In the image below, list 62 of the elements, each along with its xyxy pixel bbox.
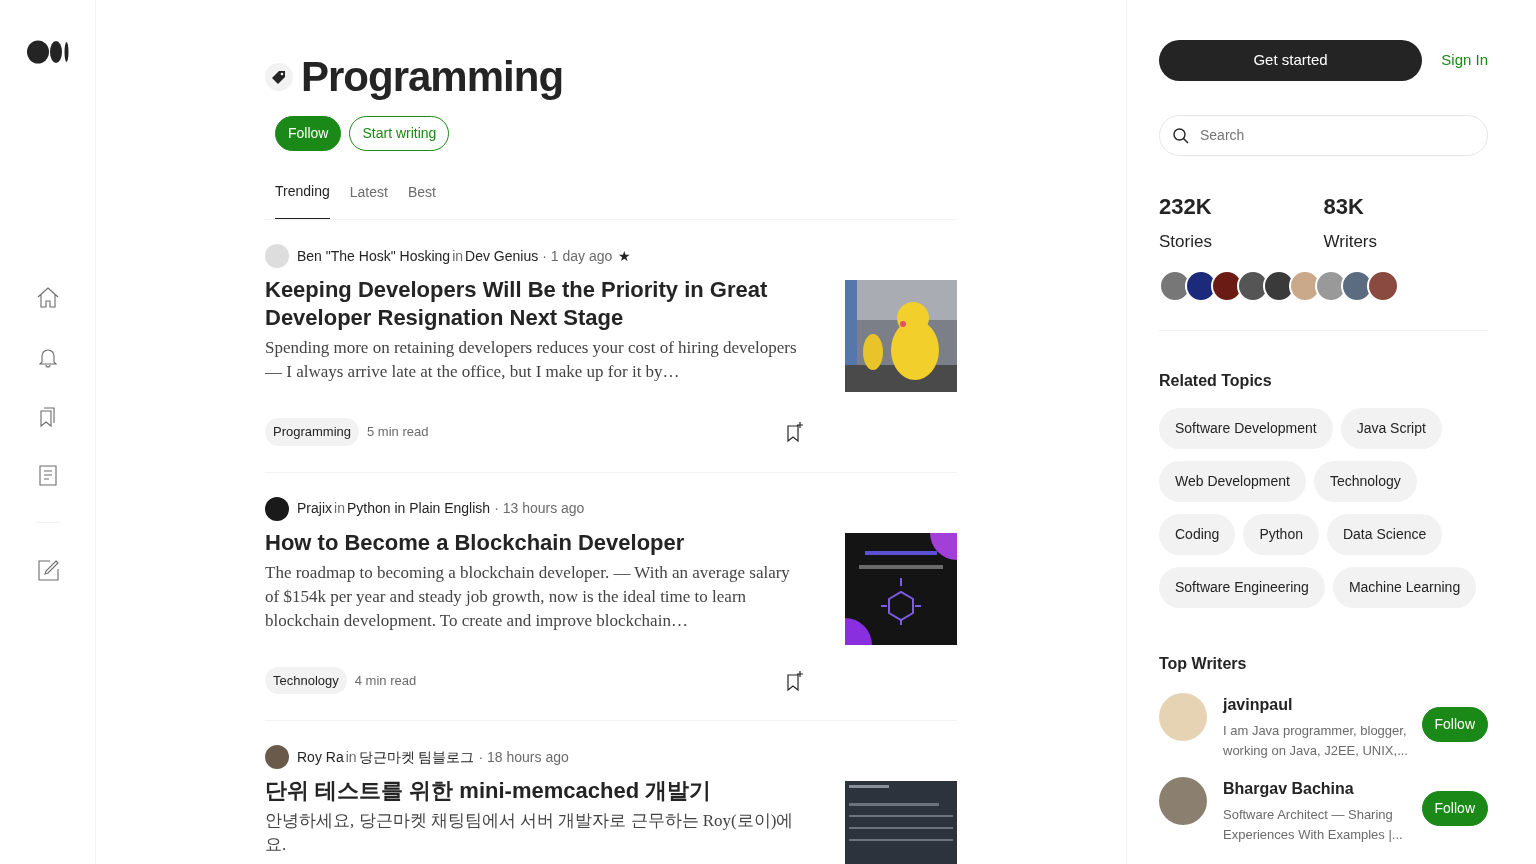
article-title[interactable]: Keeping Developers Will Be the Priority in Great Developer Resignation Next Stage bbox=[265, 276, 805, 333]
article-subtitle: The roadmap to becoming a blockchain developer. — With an average salary of $154k per year and steady job growth, now is the ideal time to learn blockchain development. To create and improve blockchain… bbox=[265, 561, 791, 632]
author-name[interactable]: Prajix bbox=[297, 498, 332, 520]
writer-name[interactable]: javinpaul bbox=[1223, 693, 1413, 718]
tab[interactable]: Best bbox=[407, 181, 436, 220]
tab[interactable]: Latest bbox=[349, 181, 388, 220]
publication-name[interactable]: Dev Genius bbox=[465, 245, 539, 267]
publication-name[interactable]: Python in Plain English bbox=[346, 498, 491, 520]
topic-chip[interactable]: Web Development bbox=[1159, 461, 1306, 503]
writer-name[interactable]: Bhargav Bachina bbox=[1223, 777, 1413, 802]
bookmark-add-icon[interactable] bbox=[785, 421, 805, 444]
writer-bio: Software Architect — Sharing Experiences With Examples |... bbox=[1223, 806, 1404, 845]
article-title[interactable]: 단위 테스트를 위한 mini-memcached 개발기 bbox=[265, 777, 805, 806]
follow-button[interactable]: Follow bbox=[275, 116, 342, 152]
topic-chip[interactable]: Python bbox=[1243, 514, 1319, 556]
author-avatar[interactable] bbox=[265, 496, 289, 521]
article-title[interactable]: How to Become a Blockchain Developer bbox=[265, 528, 805, 557]
section-heading: Top Writers bbox=[1159, 654, 1248, 674]
timestamp: · 1 day ago bbox=[542, 246, 613, 266]
article-subtitle: 안녕하세요, 당근마켓 채팅팀에서 서버 개발자로 근무하는 Roy(로이)에요. bbox=[265, 810, 795, 857]
stat-value: 83K bbox=[1323, 192, 1365, 221]
get-started-button[interactable]: Get started bbox=[1159, 40, 1422, 81]
logo-icon[interactable] bbox=[26, 40, 69, 64]
meta-text: in bbox=[334, 499, 345, 519]
section-heading: Related Topics bbox=[1159, 371, 1273, 391]
topic-chip[interactable]: Programming bbox=[265, 418, 360, 446]
sign-in-link[interactable]: Sign In bbox=[1441, 49, 1488, 72]
follow-button[interactable]: Follow bbox=[1421, 707, 1488, 743]
search-icon bbox=[1172, 126, 1190, 145]
topic-chip[interactable]: Technology bbox=[265, 666, 347, 695]
read-time: 5 min read bbox=[367, 423, 429, 442]
author-name[interactable]: Ben "The Hosk" Hosking bbox=[297, 245, 451, 267]
stat-value: 232K bbox=[1159, 192, 1213, 221]
stat-label: Writers bbox=[1323, 230, 1378, 253]
bookmark-add-icon[interactable] bbox=[785, 669, 805, 692]
timestamp: · 13 hours ago bbox=[494, 499, 585, 519]
author-avatar[interactable] bbox=[265, 745, 289, 770]
article-subtitle: Spending more on retaining developers reduces your cost of hiring developers — I always arrive late at the office, but I make up for it by… bbox=[265, 337, 798, 384]
topic-chip[interactable]: Technology bbox=[1313, 461, 1417, 503]
topic-chip[interactable]: Software Engineering bbox=[1159, 567, 1325, 609]
meta-text: in bbox=[345, 747, 357, 767]
member-label: ★ bbox=[618, 246, 632, 266]
publication-name[interactable]: 당근마켓 팀블로그 bbox=[358, 746, 475, 768]
topic-chip[interactable]: Coding bbox=[1159, 514, 1236, 556]
home-icon[interactable] bbox=[35, 286, 60, 310]
tag-icon bbox=[265, 63, 293, 92]
write-icon[interactable] bbox=[35, 558, 60, 582]
topic-chip[interactable]: Machine Learning bbox=[1332, 567, 1477, 609]
read-time: 4 min read bbox=[354, 671, 417, 690]
tab[interactable]: Trending bbox=[275, 181, 330, 220]
topic-chip[interactable]: Data Science bbox=[1326, 514, 1443, 556]
writer-bio: I am Java programmer, blogger, working on Java, J2EE, UNIX,... bbox=[1223, 722, 1409, 761]
topic-chip[interactable]: Java Script bbox=[1340, 408, 1442, 450]
topic-title: Programming bbox=[301, 52, 564, 102]
topic-chip[interactable]: Software Development bbox=[1159, 408, 1333, 450]
follow-button[interactable]: Follow bbox=[1421, 791, 1488, 827]
start-writing-button[interactable]: Start writing bbox=[349, 116, 450, 152]
author-name[interactable]: Roy Ra bbox=[297, 746, 344, 768]
stat-label: Stories bbox=[1159, 230, 1213, 253]
meta-text: in bbox=[452, 246, 464, 266]
search-field[interactable]: Search bbox=[1159, 114, 1488, 156]
timestamp: · 18 hours ago bbox=[478, 747, 569, 767]
